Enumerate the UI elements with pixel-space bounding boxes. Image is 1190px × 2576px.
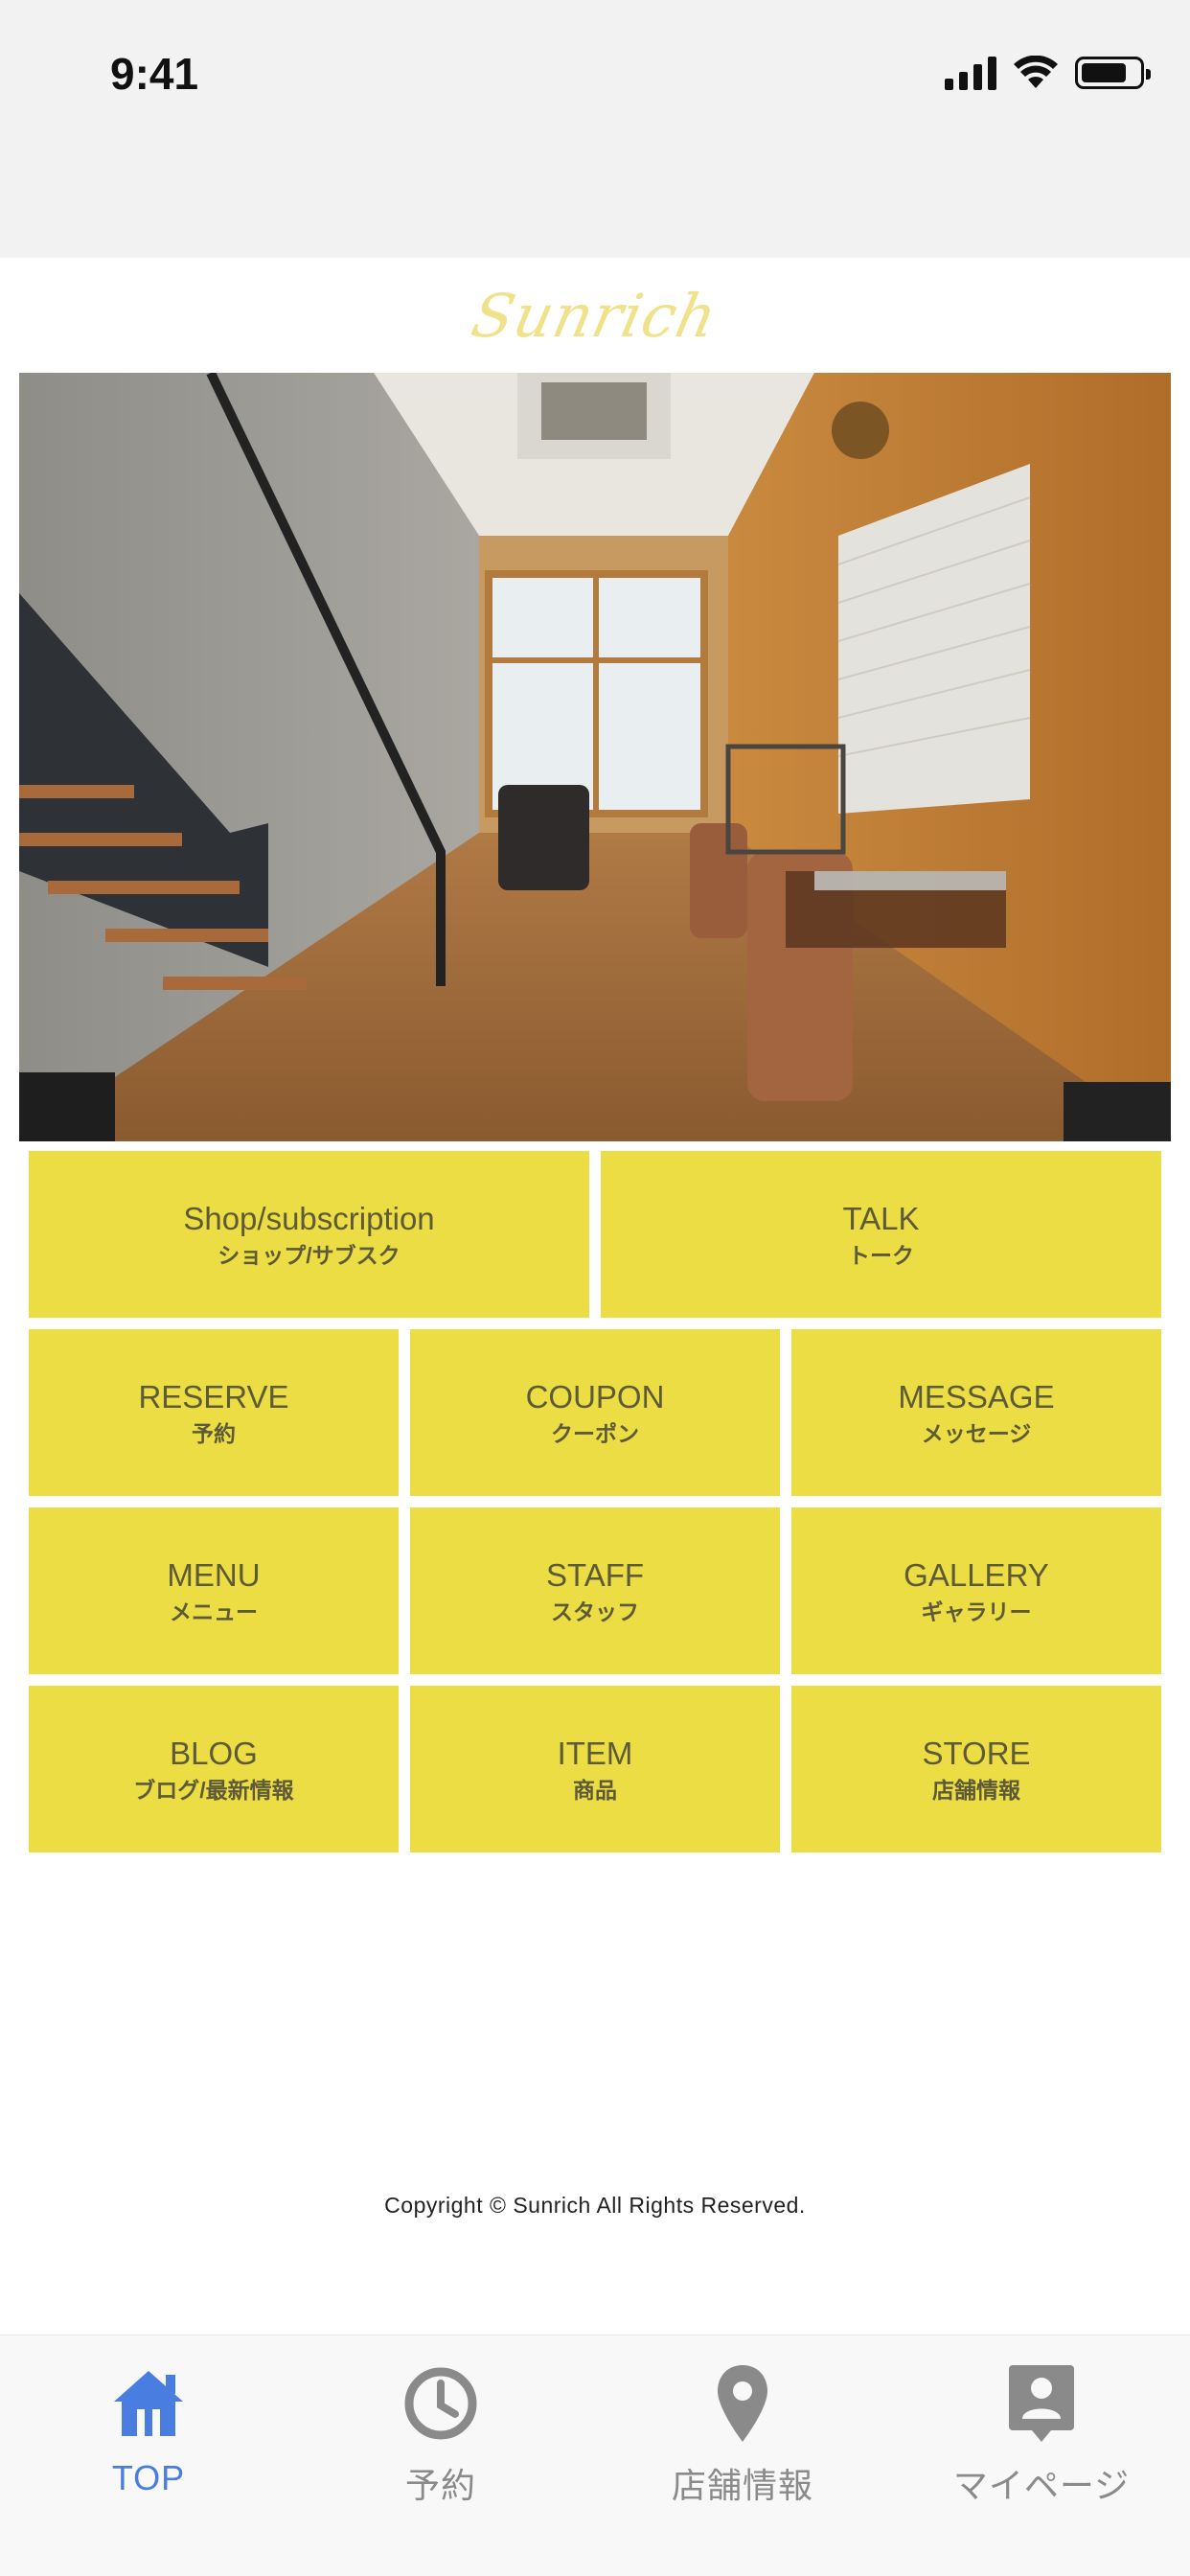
tile-label-en: STORE xyxy=(922,1735,1031,1771)
map-pin-icon xyxy=(704,2362,781,2445)
user-badge-icon xyxy=(1003,2362,1080,2445)
tile-label-en: GALLERY xyxy=(904,1556,1049,1593)
tab-label: 店舗情報 xyxy=(671,2466,813,2505)
tile-blog[interactable]: BLOG ブログ/最新情報 xyxy=(29,1686,399,1852)
home-icon xyxy=(110,2362,187,2445)
salon-interior-photo xyxy=(19,373,1171,1141)
tile-message[interactable]: MESSAGE メッセージ xyxy=(791,1329,1161,1496)
header-band: 9:41 xyxy=(0,0,1190,258)
wifi-icon xyxy=(1014,56,1058,88)
tile-label-jp: ギャラリー xyxy=(921,1598,1032,1624)
tile-label-en: ITEM xyxy=(557,1735,633,1771)
tile-label-jp: ショップ/サブスク xyxy=(217,1242,400,1268)
tab-label: マイページ xyxy=(952,2466,1131,2505)
tile-label-jp: メッセージ xyxy=(921,1420,1032,1446)
copyright-text: Copyright © Sunrich All Rights Reserved. xyxy=(384,2193,806,2218)
tile-label-jp: 店舗情報 xyxy=(932,1777,1020,1803)
tile-label-jp: 予約 xyxy=(192,1420,236,1446)
tile-item[interactable]: ITEM 商品 xyxy=(410,1686,780,1852)
tile-menu[interactable]: MENU メニュー xyxy=(29,1507,399,1674)
status-time: 9:41 xyxy=(110,49,199,99)
tile-label-en: BLOG xyxy=(170,1735,258,1771)
tile-reserve[interactable]: RESERVE 予約 xyxy=(29,1329,399,1496)
tile-store[interactable]: STORE 店舗情報 xyxy=(791,1686,1161,1852)
tab-label: 予約 xyxy=(404,2466,476,2505)
app-logo: Sunrich xyxy=(0,258,1190,373)
logo-text: Sunrich xyxy=(466,280,724,351)
clock-icon xyxy=(402,2362,479,2445)
tile-coupon[interactable]: COUPON クーポン xyxy=(410,1329,780,1496)
tile-label-en: Shop/subscription xyxy=(183,1200,435,1236)
tile-label-jp: ブログ/最新情報 xyxy=(133,1777,294,1803)
status-icons xyxy=(945,54,1151,92)
tab-mypage[interactable]: マイページ xyxy=(893,2335,1190,2527)
tile-label-en: TALK xyxy=(842,1200,920,1236)
tile-label-en: RESERVE xyxy=(138,1378,289,1414)
battery-icon xyxy=(1075,57,1151,89)
hero-image xyxy=(19,373,1171,1141)
bottom-tab-bar: TOP 予約 店舗情報 マイページ xyxy=(0,2334,1190,2576)
tile-label-en: MESSAGE xyxy=(898,1378,1055,1414)
tile-gallery[interactable]: GALLERY ギャラリー xyxy=(791,1507,1161,1674)
tile-label-jp: スタッフ xyxy=(551,1598,639,1624)
tile-label-en: MENU xyxy=(167,1556,261,1593)
tile-label-en: COUPON xyxy=(525,1378,665,1414)
tile-shop-subscription[interactable]: Shop/subscription ショップ/サブスク xyxy=(29,1151,589,1318)
tile-label-jp: トーク xyxy=(848,1242,914,1268)
cellular-signal-icon xyxy=(945,56,996,90)
tile-label-jp: クーポン xyxy=(551,1420,639,1446)
tile-label-en: STAFF xyxy=(545,1556,645,1593)
tile-label-jp: メニュー xyxy=(170,1598,258,1624)
tile-talk[interactable]: TALK トーク xyxy=(601,1151,1161,1318)
tab-label: TOP xyxy=(111,2458,186,2497)
tab-top[interactable]: TOP xyxy=(0,2335,297,2527)
tab-reserve[interactable]: 予約 xyxy=(292,2335,589,2527)
tile-staff[interactable]: STAFF スタッフ xyxy=(410,1507,780,1674)
tile-label-jp: 商品 xyxy=(573,1777,617,1803)
tab-store-info[interactable]: 店舗情報 xyxy=(594,2335,891,2527)
